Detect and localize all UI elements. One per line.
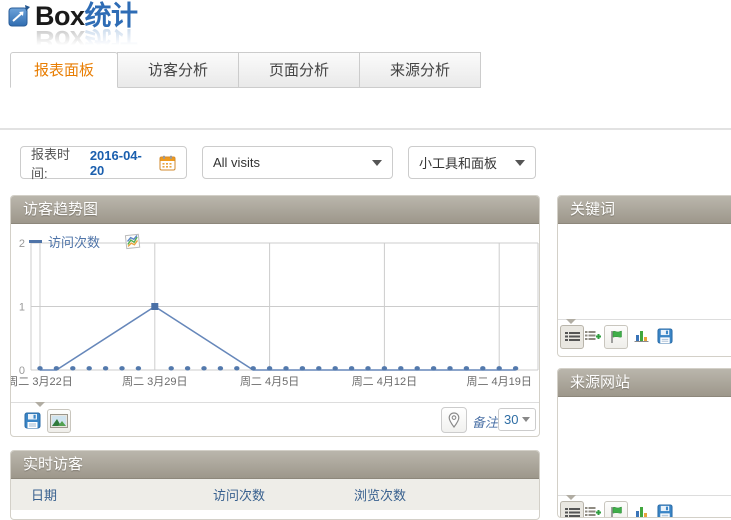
- export-data-button[interactable]: [654, 501, 676, 518]
- footer-arrow-icon[interactable]: [566, 319, 576, 324]
- tab-referrers[interactable]: 来源分析: [359, 52, 481, 88]
- keywords-footer: [558, 319, 731, 357]
- svg-text:1: 1: [19, 302, 25, 314]
- annotations-link[interactable]: 备注: [472, 412, 498, 431]
- goals-flag-button[interactable]: [604, 501, 628, 518]
- tab-dashboard[interactable]: 报表面板: [10, 52, 118, 88]
- chevron-down-icon: [522, 417, 530, 422]
- image-icon: [50, 414, 68, 428]
- websites-footer: [558, 495, 731, 518]
- realtime-table-header: 日期 访问次数 浏览次数: [11, 479, 539, 510]
- visitor-trend-title[interactable]: 访客趋势图: [11, 196, 539, 224]
- widgets-dashboard-button[interactable]: 小工具和面板: [408, 146, 536, 179]
- svg-text:周二 4月12日: 周二 4月12日: [352, 375, 417, 388]
- realtime-visitors-widget: 实时访客 日期 访问次数 浏览次数: [10, 450, 540, 520]
- footer-arrow-icon[interactable]: [566, 495, 576, 500]
- view-expanded-table-button[interactable]: [582, 501, 604, 518]
- keywords-empty-body: [558, 224, 731, 319]
- legend-label: 访问次数: [48, 232, 100, 251]
- export-disk-icon: [657, 504, 673, 518]
- column-visits[interactable]: 访问次数: [213, 485, 354, 504]
- bar-chart-icon: [634, 505, 649, 518]
- realtime-visitors-title[interactable]: 实时访客: [11, 451, 539, 479]
- app-logo[interactable]: Box统计 Box统计: [8, 3, 138, 51]
- svg-text:周二 3月22日: 周二 3月22日: [11, 375, 73, 388]
- date-range-selector[interactable]: 报表时间: 2016-04-20: [20, 146, 187, 179]
- table-list-icon: [565, 507, 580, 519]
- table-list-icon: [565, 331, 580, 344]
- tab-pages[interactable]: 页面分析: [238, 52, 360, 88]
- view-expanded-table-button[interactable]: [582, 325, 604, 347]
- date-label: 报表时间:: [31, 144, 84, 182]
- table-plus-icon: [585, 330, 601, 343]
- date-value: 2016-04-20: [90, 148, 153, 178]
- referrer-websites-title[interactable]: 来源网站: [558, 369, 731, 397]
- header-divider: [0, 128, 731, 130]
- svg-text:周二 4月5日: 周二 4月5日: [240, 375, 299, 388]
- keywords-widget: 关键词: [557, 195, 731, 357]
- export-disk-icon: [24, 412, 41, 429]
- svg-text:周二 3月29日: 周二 3月29日: [122, 375, 187, 388]
- chart-type-icon[interactable]: [124, 233, 141, 250]
- chevron-down-icon: [515, 160, 525, 166]
- tab-visitors[interactable]: 访客分析: [117, 52, 239, 88]
- annotations-pin-button[interactable]: [441, 407, 467, 433]
- segment-selector[interactable]: All visits: [202, 146, 393, 179]
- export-data-button[interactable]: [21, 409, 43, 431]
- segment-value: All visits: [213, 155, 260, 170]
- export-image-button[interactable]: [47, 409, 71, 433]
- websites-empty-body: [558, 397, 731, 495]
- logo-text: Box统计: [35, 3, 138, 29]
- map-pin-icon: [448, 412, 460, 428]
- chevron-down-icon: [372, 160, 382, 166]
- logo-icon: [8, 5, 30, 27]
- widgets-label: 小工具和面板: [419, 153, 497, 172]
- column-pageviews[interactable]: 浏览次数: [354, 485, 539, 504]
- logo-reflection: Box统计: [8, 29, 138, 51]
- table-plus-icon: [585, 506, 601, 519]
- trend-footer: 备注 30: [11, 402, 539, 437]
- flag-icon: [610, 330, 623, 344]
- referrer-websites-widget: 来源网站: [557, 368, 731, 518]
- svg-text:周二 4月19日: 周二 4月19日: [466, 375, 531, 388]
- row-limit-value: 30: [504, 412, 518, 427]
- svg-text:2: 2: [19, 238, 25, 250]
- visitor-trend-chart[interactable]: 访问次数 012周二 3月22日周二 3月29日周二 4月5日周二 4月12日周…: [11, 224, 539, 402]
- main-nav-tabs: 报表面板 访客分析 页面分析 来源分析: [10, 52, 481, 88]
- column-date[interactable]: 日期: [11, 485, 213, 504]
- export-data-button[interactable]: [654, 325, 676, 347]
- row-limit-select[interactable]: 30: [498, 408, 536, 431]
- bar-chart-icon: [634, 329, 649, 343]
- legend-line-swatch: [29, 240, 42, 243]
- view-table-button[interactable]: [560, 325, 584, 349]
- keywords-title[interactable]: 关键词: [558, 196, 731, 224]
- view-table-button[interactable]: [560, 501, 584, 518]
- export-disk-icon: [657, 328, 673, 344]
- dashboard-page: { "header": { "logo_black": "Box", "logo…: [0, 0, 731, 508]
- chart-legend[interactable]: 访问次数: [29, 232, 141, 251]
- calendar-icon: [159, 155, 176, 171]
- goals-flag-button[interactable]: [604, 325, 628, 349]
- view-bar-chart-button[interactable]: [630, 501, 652, 518]
- visitor-trend-widget: 访客趋势图 访问次数 012周二 3月22日周二 3月29日周二 4月5日周二 …: [10, 195, 540, 437]
- footer-arrow-icon[interactable]: [35, 402, 45, 407]
- view-bar-chart-button[interactable]: [630, 325, 652, 347]
